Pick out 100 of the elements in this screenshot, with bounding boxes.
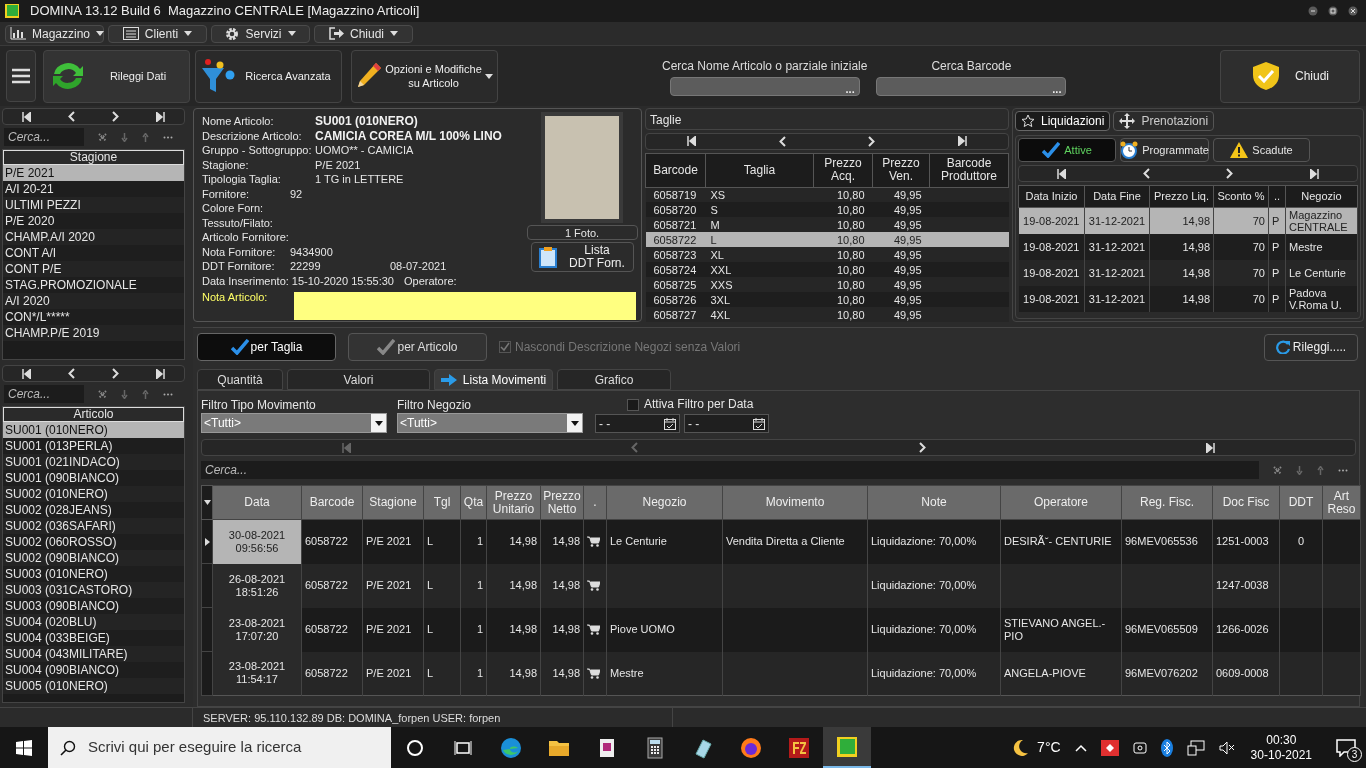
ftp-client-icon[interactable]	[787, 735, 811, 760]
up-arrow-icon[interactable]	[1317, 465, 1324, 475]
list-item[interactable]: CONT P/E	[3, 261, 184, 277]
filter-button[interactable]: Attive	[1018, 138, 1116, 162]
last-page-icon[interactable]	[1205, 442, 1215, 453]
camera-icon[interactable]	[1132, 739, 1147, 756]
down-arrow-icon[interactable]	[1296, 465, 1303, 475]
list-item[interactable]: SU001 (010NERO)	[3, 422, 184, 438]
checkbox[interactable]	[627, 398, 639, 411]
clear-icon[interactable]	[98, 132, 107, 142]
next-icon[interactable]	[868, 135, 876, 147]
network-icon[interactable]	[1186, 739, 1205, 756]
start-icon[interactable]	[16, 739, 32, 756]
list-item[interactable]: CHAMP.A/I 2020	[3, 229, 184, 245]
search-field[interactable]: Cerca...	[4, 385, 84, 403]
toolbar-button[interactable]: Rileggi Dati	[43, 49, 190, 103]
clear-icon[interactable]	[98, 389, 107, 399]
list-item[interactable]: P/E 2021	[3, 165, 184, 181]
list-item[interactable]: SU004 (020BLU)	[3, 614, 184, 630]
toolbar-button[interactable]: Ricerca Avanzata	[195, 49, 342, 103]
list-item[interactable]: SU002 (010NERO)	[3, 486, 184, 502]
tab[interactable]: Lista Movimenti	[434, 369, 553, 390]
menu-button[interactable]: Clienti	[108, 24, 207, 43]
next-icon[interactable]	[112, 111, 120, 122]
calendar-icon[interactable]	[664, 417, 676, 430]
up-arrow-icon[interactable]	[142, 132, 149, 142]
tab[interactable]: Valori	[287, 369, 430, 390]
minimize-icon[interactable]	[1308, 6, 1318, 16]
view-button[interactable]: per Articolo	[348, 333, 487, 361]
calendar-icon[interactable]	[753, 417, 765, 430]
close-button[interactable]: Chiudi	[1220, 49, 1360, 103]
table-row[interactable]: 6058722 L 10,80 49,95	[645, 232, 1009, 247]
table-row[interactable]: 6058727 4XL 10,80 49,95	[645, 307, 1009, 322]
table-row[interactable]: 26-08-2021 18:51:26 6058722 P/E 2021 L 1 14,98 14,98 Liquidazione: 70,00% 1247-0038	[201, 563, 1361, 608]
bluetooth-icon[interactable]	[1160, 738, 1173, 757]
dropdown[interactable]: <Tutti>	[201, 413, 387, 433]
more-icon[interactable]	[163, 135, 173, 139]
filter-button[interactable]: Programmate	[1120, 138, 1209, 162]
close-icon[interactable]	[1348, 6, 1358, 16]
search-field[interactable]: Cerca...	[4, 128, 84, 146]
table-row[interactable]: 6058723 XL 10,80 49,95	[645, 247, 1009, 262]
menu-button[interactable]: Servizi	[211, 24, 310, 43]
tab[interactable]: Quantità	[197, 369, 283, 390]
table-row[interactable]: 6058719 XS 10,80 49,95	[645, 187, 1009, 202]
date-field[interactable]: - -	[595, 414, 680, 433]
table-row[interactable]: 19-08-2021 31-12-2021 14,98 70 P Le Centurie	[1018, 259, 1358, 286]
table-row[interactable]: 6058725 XXS 10,80 49,95	[645, 277, 1009, 292]
app-icon[interactable]	[1100, 739, 1119, 756]
browser-icon[interactable]	[739, 735, 763, 760]
last-page-icon[interactable]	[957, 136, 967, 147]
list-item[interactable]: CHAMP.P/E 2019	[3, 325, 184, 341]
tab[interactable]: Prenotazioni	[1113, 111, 1215, 131]
volume-muted-icon[interactable]	[1218, 740, 1235, 755]
next-icon[interactable]	[918, 442, 926, 453]
taskbar-search-field[interactable]: Scrivi qui per eseguire la ricerca	[48, 727, 391, 768]
filter-button[interactable]: Scadute	[1213, 138, 1310, 162]
last-page-icon[interactable]	[156, 368, 166, 379]
reload-button[interactable]: Rileggi.....	[1264, 333, 1358, 361]
tab[interactable]: Grafico	[557, 369, 671, 390]
tab[interactable]: Liquidazioni	[1015, 111, 1111, 131]
list-item[interactable]: SU004 (043MILITARE)	[3, 646, 184, 662]
sort-caret-icon[interactable]	[203, 500, 211, 505]
toolbar-button[interactable]: Opzioni e Modifiche su Articolo	[351, 49, 498, 103]
app-icon[interactable]	[835, 734, 859, 759]
list-item[interactable]: SU005 (010NERO)	[3, 678, 184, 694]
list-item[interactable]: ULTIMI PEZZI	[3, 197, 184, 213]
date-field[interactable]: - -	[684, 414, 769, 433]
search-field[interactable]: ...	[669, 76, 860, 96]
ddt-list-button[interactable]: Lista DDT Forn.	[530, 242, 634, 272]
search-field[interactable]: ...	[876, 76, 1067, 96]
down-arrow-icon[interactable]	[121, 389, 128, 399]
notification-icon[interactable]	[1336, 738, 1356, 757]
list-item[interactable]: SU002 (090BIANCO)	[3, 550, 184, 566]
list-item[interactable]: SU002 (036SAFARI)	[3, 518, 184, 534]
list-item[interactable]: SU001 (021INDACO)	[3, 454, 184, 470]
dropdown[interactable]: <Tutti>	[397, 413, 583, 433]
next-icon[interactable]	[112, 368, 120, 379]
note-field[interactable]	[294, 292, 636, 320]
search-field[interactable]: Cerca...	[201, 461, 1259, 479]
table-row[interactable]: 6058720 S 10,80 49,95	[645, 202, 1009, 217]
list-item[interactable]: SU003 (031CASTORO)	[3, 582, 184, 598]
table-row[interactable]: 23-08-2021 11:54:17 6058722 P/E 2021 L 1 14,98 14,98 Mestre Liquidazione: 70,00% ANGELA-PIOVE 96MEV076202 0609-0008	[201, 651, 1361, 696]
table-row[interactable]: 6058726 3XL 10,80 49,95	[645, 292, 1009, 307]
table-row[interactable]: 30-08-2021 09:56:56 6058722 P/E 2021 L 1 14,98 14,98 Le Centurie Vendita Diretta a Cliente Liquidazione: 70,00% DESIRÃ˘- CENTURIE 96MEV065536 1251-0003 0	[201, 519, 1361, 564]
view-button[interactable]: per Taglia	[197, 333, 336, 361]
table-row[interactable]: 23-08-2021 17:07:20 6058722 P/E 2021 L 1 14,98 14,98 Piove UOMO Liquidazione: 70,00% STIEVANO ANGEL.-PIO 96MEV065509 1266-0026	[201, 607, 1361, 652]
chevron-up-icon[interactable]	[1074, 743, 1087, 752]
up-arrow-icon[interactable]	[142, 389, 149, 399]
browser-icon[interactable]	[499, 735, 523, 760]
more-icon[interactable]	[163, 392, 173, 396]
maximize-icon[interactable]	[1328, 6, 1338, 16]
down-arrow-icon[interactable]	[121, 132, 128, 142]
next-icon[interactable]	[1226, 168, 1234, 179]
menu-button[interactable]: Chiudi	[314, 24, 413, 43]
last-page-icon[interactable]	[156, 111, 166, 122]
menu-icon[interactable]	[12, 68, 30, 84]
clear-icon[interactable]	[1273, 465, 1282, 475]
last-page-icon[interactable]	[1309, 168, 1319, 179]
more-icon[interactable]	[1338, 468, 1348, 472]
table-row[interactable]: 6058721 M 10,80 49,95	[645, 217, 1009, 232]
